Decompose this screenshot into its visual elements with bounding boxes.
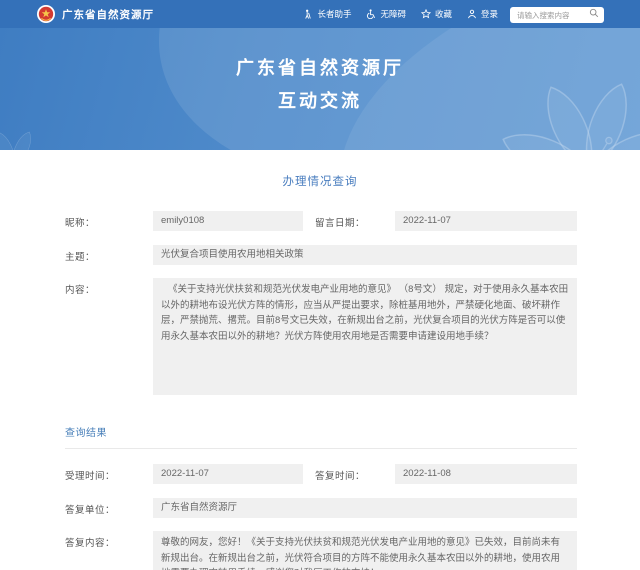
main-content: 办理情况查询 昵称： emily0108 留言日期： 2022-11-07 主题…	[0, 150, 640, 570]
reply-unit-label: 答复单位：	[65, 498, 153, 516]
banner-titles: 广东省自然资源厅 互动交流	[0, 28, 640, 118]
reply-unit-value-field: 广东省自然资源厅	[153, 498, 577, 518]
nickname-label: 昵称：	[65, 211, 153, 229]
nav-label: 收藏	[435, 8, 452, 20]
subject-label: 主题：	[65, 245, 153, 263]
header-nav: 长者助手 无障碍 收藏 登录	[303, 8, 498, 20]
banner-title-line1: 广东省自然资源厅	[0, 52, 640, 85]
page-title: 办理情况查询	[0, 150, 640, 189]
content-label: 内容：	[65, 278, 153, 296]
content-value-field: 《关于支持光伏扶贫和规范光伏发电产业用地的意见》 （8号文） 规定，对于使用永久…	[153, 278, 577, 395]
top-header-bar: 广东省自然资源厅 长者助手 无障碍 收藏	[0, 0, 640, 28]
nav-item-accessibility[interactable]: 无障碍	[366, 8, 406, 20]
nav-label: 无障碍	[380, 8, 406, 20]
query-result-section-header: 查询结果	[65, 423, 577, 449]
nickname-value-field: emily0108	[153, 211, 303, 231]
row-reply-content: 答复内容： 尊敬的网友，您好！《关于支持光伏扶贫和规范光伏发电产业用地的意见》已…	[65, 531, 577, 570]
query-form: 昵称： emily0108 留言日期： 2022-11-07 主题： 光伏复合项…	[65, 211, 577, 395]
accept-time-label: 受理时间：	[65, 464, 153, 482]
banner: 广东省自然资源厅 互动交流	[0, 28, 640, 150]
accept-time-value-field: 2022-11-07	[153, 464, 303, 484]
row-subject: 主题： 光伏复合项目使用农用地相关政策	[65, 245, 577, 265]
elder-icon	[303, 9, 313, 19]
header-search	[510, 5, 604, 24]
accessibility-icon	[366, 9, 376, 19]
search-icon[interactable]	[589, 8, 599, 18]
row-accept-reply-time: 受理时间： 2022-11-07 答复时间： 2022-11-08	[65, 464, 577, 484]
reply-time-label: 答复时间：	[315, 464, 395, 482]
banner-title-line2: 互动交流	[0, 85, 640, 118]
user-icon	[467, 9, 477, 19]
message-date-label: 留言日期：	[315, 211, 395, 229]
query-result-title: 查询结果	[65, 428, 107, 439]
reply-time-value-field: 2022-11-08	[395, 464, 577, 484]
reply-content-value-field: 尊敬的网友，您好！《关于支持光伏扶贫和规范光伏发电产业用地的意见》已失效，目前尚…	[153, 531, 577, 570]
nav-label: 长者助手	[317, 8, 351, 20]
reply-content-label: 答复内容：	[65, 531, 153, 549]
subject-value-field: 光伏复合项目使用农用地相关政策	[153, 245, 577, 265]
query-result-form: 受理时间： 2022-11-07 答复时间： 2022-11-08 答复单位： …	[65, 464, 577, 570]
row-reply-unit: 答复单位： 广东省自然资源厅	[65, 498, 577, 518]
row-content: 内容： 《关于支持光伏扶贫和规范光伏发电产业用地的意见》 （8号文） 规定，对于…	[65, 278, 577, 395]
nav-label: 登录	[481, 8, 498, 20]
star-icon	[421, 9, 431, 19]
row-nickname-date: 昵称： emily0108 留言日期： 2022-11-07	[65, 211, 577, 231]
national-emblem-icon	[37, 5, 55, 23]
message-date-value-field: 2022-11-07	[395, 211, 577, 231]
nav-item-favorite[interactable]: 收藏	[421, 8, 452, 20]
site-title: 广东省自然资源厅	[62, 7, 154, 22]
site-logo-home-link[interactable]: 广东省自然资源厅	[37, 5, 154, 23]
nav-item-elder-helper[interactable]: 长者助手	[303, 8, 351, 20]
nav-item-login[interactable]: 登录	[467, 8, 498, 20]
